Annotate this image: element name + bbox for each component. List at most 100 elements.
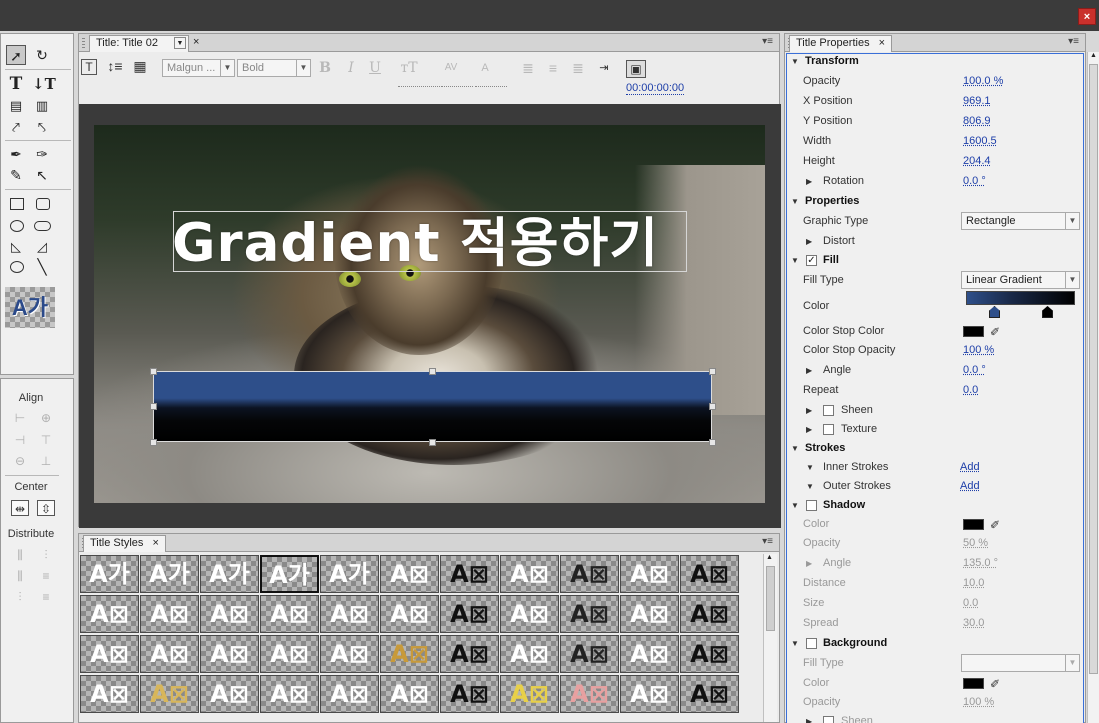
- style-swatch[interactable]: A⊠: [560, 635, 619, 673]
- style-swatch[interactable]: A⊠: [80, 595, 139, 633]
- window-close-button[interactable]: ×: [1078, 8, 1096, 25]
- style-swatch[interactable]: A⊠: [380, 555, 439, 593]
- pen-tool-icon[interactable]: ✒: [6, 144, 26, 164]
- shadow-angle-row[interactable]: ▶ Angle 135.0 °: [787, 554, 1083, 573]
- shadow-size-value[interactable]: 0.0: [963, 594, 978, 613]
- timecode-field[interactable]: 00:00:00:00: [626, 82, 685, 95]
- shadow-color-swatch[interactable]: [963, 519, 984, 530]
- kerning-field[interactable]: [441, 86, 473, 87]
- opacity-value[interactable]: 100.0 %: [963, 72, 1003, 91]
- angle-value[interactable]: 0.0 °: [963, 361, 986, 380]
- type-tool-icon[interactable]: T: [6, 74, 26, 94]
- angle-row[interactable]: ▶ Angle 0.0 °: [787, 361, 1083, 380]
- vertical-type-tool-icon[interactable]: ↓T: [32, 74, 56, 94]
- vertical-area-type-tool-icon[interactable]: ▥: [32, 96, 52, 116]
- fill-checkbox[interactable]: ✓: [806, 255, 817, 266]
- style-swatch[interactable]: A⊠: [440, 635, 499, 673]
- vertical-path-type-tool-icon[interactable]: ⤣: [32, 117, 52, 137]
- templates-icon[interactable]: ▦: [130, 56, 150, 76]
- strokes-section[interactable]: ▼ Strokes: [787, 439, 1083, 458]
- inner-strokes-row[interactable]: ▼ Inner Strokes Add: [787, 458, 1083, 477]
- panel-menu-icon[interactable]: ▾≡: [762, 36, 773, 47]
- graphic-type-select[interactable]: Rectangle ▼: [961, 212, 1080, 230]
- align-left-icon[interactable]: ⊢: [11, 410, 29, 426]
- leading-icon[interactable]: A: [475, 58, 495, 78]
- italic-icon[interactable]: I: [341, 58, 361, 78]
- style-swatch[interactable]: A⊠: [260, 595, 319, 633]
- style-swatch[interactable]: A⊠: [140, 675, 199, 713]
- xpos-value[interactable]: 969.1: [963, 92, 991, 111]
- distribute-hcenter-icon[interactable]: ⫶: [37, 547, 55, 563]
- style-swatch[interactable]: A⊠: [620, 555, 679, 593]
- styles-scrollbar[interactable]: ▲: [763, 554, 777, 722]
- style-swatch[interactable]: A가: [200, 555, 259, 593]
- repeat-value[interactable]: 0.0: [963, 381, 978, 400]
- add-outer-stroke-link[interactable]: Add: [960, 477, 980, 496]
- style-swatch[interactable]: A⊠: [440, 595, 499, 633]
- convert-anchor-tool-icon[interactable]: ↖: [32, 165, 52, 185]
- color-stop-left[interactable]: [989, 306, 1000, 318]
- fill-section[interactable]: ▼ ✓ Fill: [787, 251, 1083, 270]
- title-canvas[interactable]: Gradient 적용하기: [94, 125, 765, 503]
- align-vcenter-icon[interactable]: ⊖: [11, 453, 29, 469]
- gradient-ramp[interactable]: [966, 291, 1075, 305]
- style-swatch[interactable]: A⊠: [680, 555, 739, 593]
- add-inner-stroke-link[interactable]: Add: [960, 458, 980, 477]
- rotation-row[interactable]: ▶ Rotation 0.0 °: [787, 172, 1083, 191]
- resize-handle-b[interactable]: [429, 439, 436, 446]
- rounded-rectangle-tool-icon[interactable]: [36, 198, 50, 210]
- shadow-distance-value[interactable]: 10.0: [963, 574, 984, 593]
- scrollbar-thumb[interactable]: [766, 566, 775, 631]
- style-swatch[interactable]: A⊠: [440, 675, 499, 713]
- style-swatch[interactable]: A⊠: [560, 555, 619, 593]
- style-swatch[interactable]: A⊠: [500, 675, 559, 713]
- texture-row[interactable]: ▶ Texture: [787, 420, 1083, 439]
- shadow-angle-value[interactable]: 135.0 °: [963, 554, 998, 573]
- rotation-tool-icon[interactable]: ↻: [32, 45, 52, 65]
- tab-title-properties[interactable]: Title Properties ×: [789, 35, 893, 52]
- align-top-icon[interactable]: ⊤: [37, 432, 55, 448]
- roll-crawl-options-icon[interactable]: ↕≡: [105, 56, 125, 76]
- distort-row[interactable]: ▶ Distort: [787, 232, 1083, 251]
- bg-color-swatch[interactable]: [963, 678, 984, 689]
- underline-icon[interactable]: U: [365, 58, 385, 78]
- panel-menu-icon[interactable]: ▾≡: [1068, 36, 1079, 47]
- arc-tool-icon[interactable]: ◿: [32, 237, 52, 257]
- new-title-icon[interactable]: T: [81, 59, 97, 75]
- resize-handle-r[interactable]: [709, 403, 716, 410]
- resize-handle-t[interactable]: [429, 368, 436, 375]
- shadow-spread-value[interactable]: 30.0: [963, 614, 984, 633]
- align-center-text-icon[interactable]: ≡: [543, 58, 563, 78]
- shadow-checkbox[interactable]: [806, 500, 817, 511]
- resize-handle-tr[interactable]: [709, 368, 716, 375]
- scroll-up-icon[interactable]: ▲: [1090, 52, 1097, 59]
- style-swatch[interactable]: A⊠: [200, 635, 259, 673]
- style-swatch[interactable]: A⊠: [320, 595, 379, 633]
- width-value[interactable]: 1600.5: [963, 132, 997, 151]
- distribute-top-icon[interactable]: ≡: [37, 568, 55, 584]
- transform-section[interactable]: ▼ Transform: [787, 54, 1083, 71]
- background-section[interactable]: ▼ Background: [787, 634, 1083, 653]
- title-text-object[interactable]: Gradient 적용하기: [172, 201, 659, 277]
- add-anchor-tool-icon[interactable]: ✎: [6, 165, 26, 185]
- path-type-tool-icon[interactable]: ⤤: [6, 117, 26, 137]
- style-swatch[interactable]: A가: [140, 555, 199, 593]
- leading-field[interactable]: [475, 86, 507, 87]
- ellipse-tool-icon[interactable]: [10, 261, 24, 273]
- color-stop-right[interactable]: [1042, 306, 1053, 318]
- scroll-up-icon[interactable]: ▲: [766, 554, 773, 561]
- style-swatch[interactable]: A⊠: [560, 675, 619, 713]
- delete-anchor-tool-icon[interactable]: ✑: [32, 144, 52, 164]
- center-vertical-icon[interactable]: ⇳: [37, 500, 55, 516]
- style-swatch[interactable]: A⊠: [680, 675, 739, 713]
- align-left-text-icon[interactable]: ≣: [518, 58, 538, 78]
- tab-title-styles[interactable]: Title Styles ×: [83, 535, 166, 552]
- bg-sheen-row[interactable]: ▶ Sheen: [787, 712, 1083, 723]
- style-swatch[interactable]: A⊠: [560, 595, 619, 633]
- style-swatch[interactable]: A가: [80, 555, 139, 593]
- gradient-rectangle-object[interactable]: [153, 371, 712, 442]
- tab-close-icon[interactable]: ×: [152, 537, 158, 549]
- style-swatch[interactable]: A⊠: [260, 675, 319, 713]
- style-swatch[interactable]: A⊠: [140, 595, 199, 633]
- tab-close-icon[interactable]: ×: [193, 36, 199, 48]
